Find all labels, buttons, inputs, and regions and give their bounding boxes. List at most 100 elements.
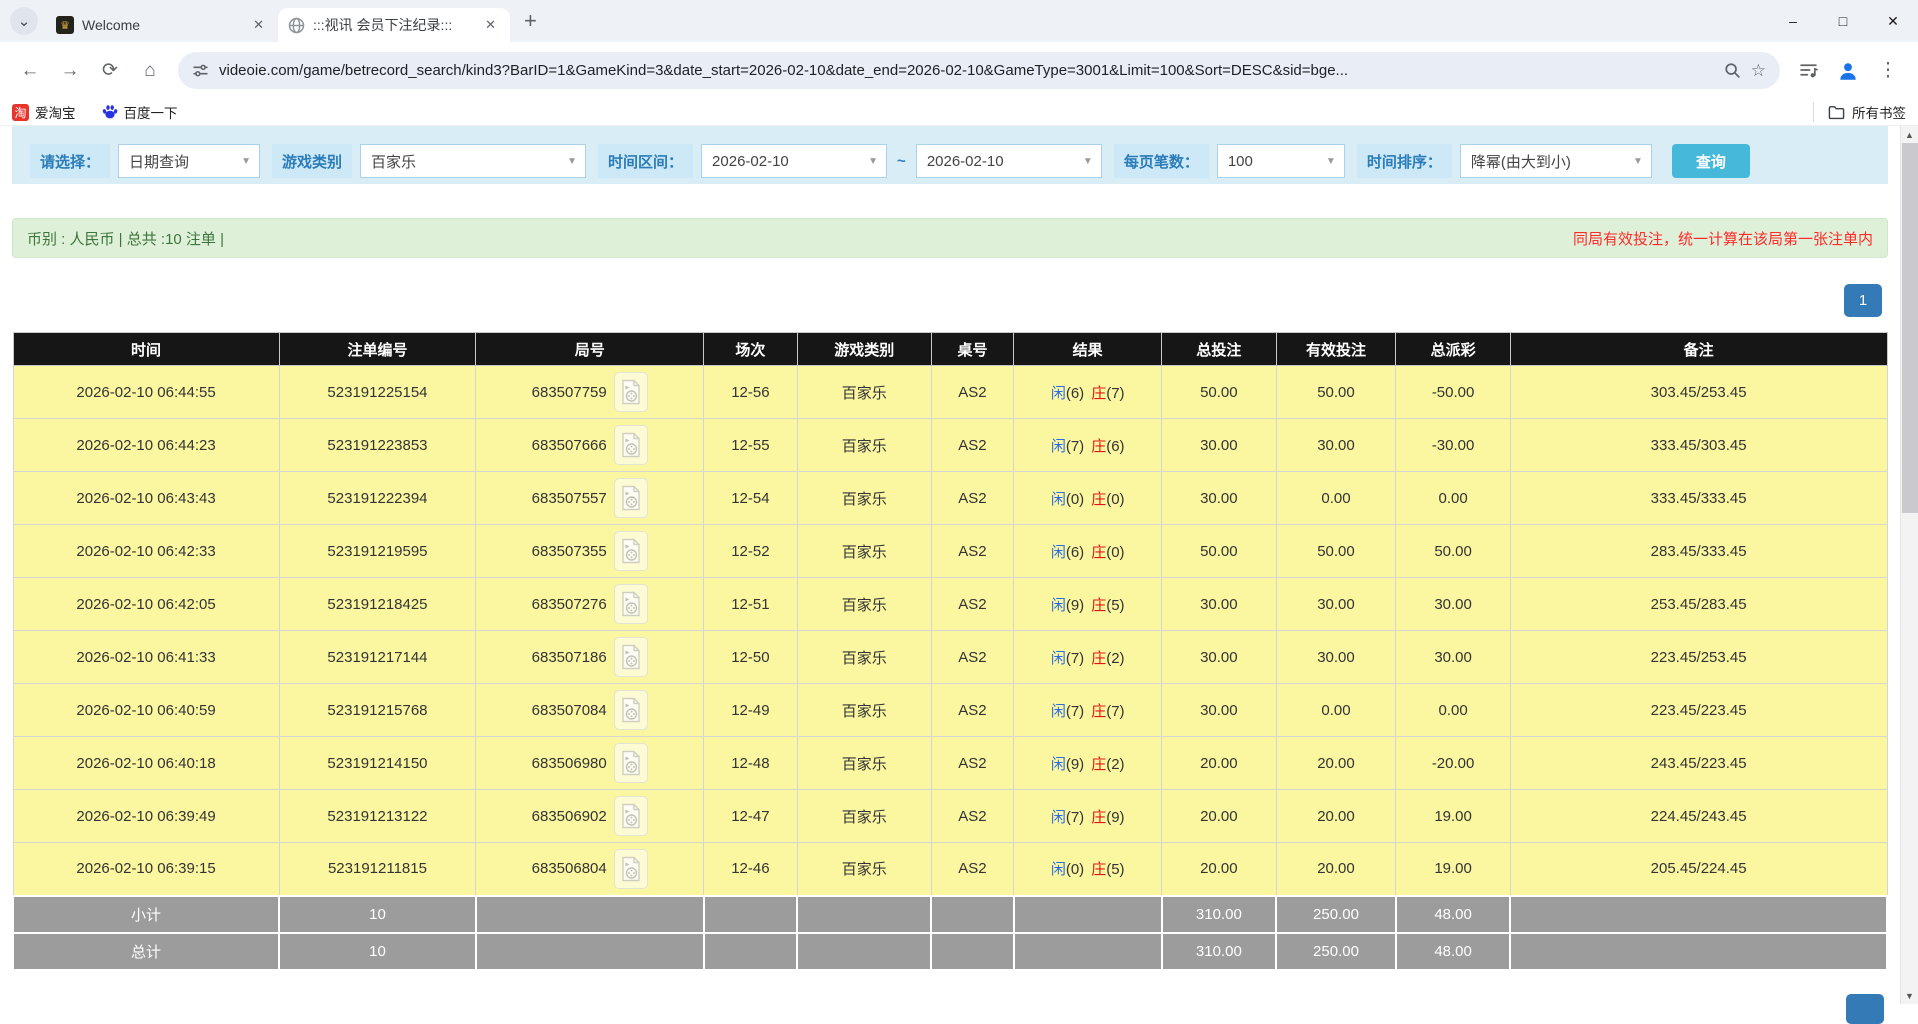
vertical-scrollbar[interactable]: ▲ ▼ bbox=[1900, 126, 1918, 1004]
cell-table-no: AS2 bbox=[931, 366, 1013, 419]
table-row: 2026-02-10 06:39:49 523191213122 6835069… bbox=[13, 790, 1887, 843]
video-replay-button[interactable] bbox=[614, 690, 648, 730]
cell-bet-no: 523191215768 bbox=[279, 684, 476, 737]
reload-button[interactable]: ⟳ bbox=[92, 53, 128, 89]
date-end-select[interactable]: 2026-02-10 ▼ bbox=[916, 144, 1102, 178]
cell-round-no: 683507186 bbox=[476, 631, 704, 684]
cell-total-bet[interactable]: 20.00 bbox=[1162, 737, 1276, 790]
total-count: 10 bbox=[279, 933, 476, 970]
tab-welcome[interactable]: ♛ Welcome ✕ bbox=[46, 8, 278, 42]
video-replay-button[interactable] bbox=[614, 743, 648, 783]
back-button[interactable]: ← bbox=[12, 53, 48, 89]
page-1-button[interactable]: 1 bbox=[1844, 284, 1882, 317]
menu-kebab-icon[interactable]: ⋮ bbox=[1870, 53, 1906, 89]
bookmark-label: 爱淘宝 bbox=[35, 102, 76, 122]
media-controls-icon[interactable] bbox=[1790, 53, 1826, 89]
cell-total-bet[interactable]: 30.00 bbox=[1162, 631, 1276, 684]
forward-button[interactable]: → bbox=[52, 53, 88, 89]
maximize-button[interactable]: □ bbox=[1818, 0, 1868, 42]
video-replay-button[interactable] bbox=[614, 584, 648, 624]
minimize-button[interactable]: – bbox=[1768, 0, 1818, 42]
scrollbar-thumb[interactable] bbox=[1902, 143, 1918, 513]
address-bar[interactable]: videoie.com/game/betrecord_search/kind3?… bbox=[178, 52, 1780, 89]
tab-title: :::视讯 会员下注纪录::: bbox=[313, 15, 473, 35]
cell-total-bet[interactable]: 30.00 bbox=[1162, 578, 1276, 631]
video-replay-button[interactable] bbox=[614, 849, 648, 889]
video-replay-button[interactable] bbox=[614, 478, 648, 518]
cell-time: 2026-02-10 06:42:05 bbox=[13, 578, 279, 631]
bookmark-star-icon[interactable]: ☆ bbox=[1751, 61, 1766, 81]
video-replay-button[interactable] bbox=[614, 796, 648, 836]
currency-total-text: 币别 : 人民币 | 总共 :10 注单 | bbox=[27, 228, 224, 249]
table-row: 2026-02-10 06:41:33 523191217144 6835071… bbox=[13, 631, 1887, 684]
col-table-no: 桌号 bbox=[931, 333, 1013, 366]
cell-session: 12-54 bbox=[704, 472, 798, 525]
close-icon[interactable]: ✕ bbox=[481, 15, 500, 35]
cell-bet-no: 523191218425 bbox=[279, 578, 476, 631]
cell-total-bet[interactable]: 20.00 bbox=[1162, 843, 1276, 896]
cell-round-no: 683507759 bbox=[476, 366, 704, 419]
cell-total-bet[interactable]: 30.00 bbox=[1162, 684, 1276, 737]
cell-table-no: AS2 bbox=[931, 472, 1013, 525]
total-payout: 48.00 bbox=[1396, 933, 1510, 970]
baidu-paw-icon bbox=[102, 104, 118, 120]
video-replay-button[interactable] bbox=[614, 372, 648, 412]
page-1-button-bottom[interactable] bbox=[1846, 994, 1884, 1024]
search-button[interactable]: 查询 bbox=[1672, 144, 1750, 178]
date-start-select[interactable]: 2026-02-10 ▼ bbox=[701, 144, 887, 178]
caret-down-icon: ▼ bbox=[1633, 156, 1643, 167]
cell-result: 闲(9)庄(5) bbox=[1014, 578, 1162, 631]
cell-valid-bet: 20.00 bbox=[1276, 737, 1396, 790]
scroll-down-icon[interactable]: ▼ bbox=[1901, 987, 1918, 1004]
date-range-label: 时间区间： bbox=[598, 144, 693, 178]
all-bookmarks-button[interactable]: 所有书签 bbox=[1813, 102, 1906, 122]
tab-bet-records[interactable]: :::视讯 会员下注纪录::: ✕ bbox=[278, 8, 510, 42]
profile-avatar[interactable] bbox=[1830, 53, 1866, 89]
cell-table-no: AS2 bbox=[931, 525, 1013, 578]
col-time: 时间 bbox=[13, 333, 279, 366]
game-kind-select[interactable]: 百家乐 ▼ bbox=[360, 144, 586, 178]
query-type-select[interactable]: 日期查询 ▼ bbox=[118, 144, 260, 178]
sort-select[interactable]: 降幂(由大到小) ▼ bbox=[1460, 144, 1652, 178]
cell-game-kind: 百家乐 bbox=[797, 737, 931, 790]
cell-table-no: AS2 bbox=[931, 631, 1013, 684]
bookmark-baidu[interactable]: 百度一下 bbox=[102, 102, 178, 122]
cell-session: 12-47 bbox=[704, 790, 798, 843]
caret-down-icon: ▼ bbox=[1326, 156, 1336, 167]
cell-total-bet[interactable]: 30.00 bbox=[1162, 472, 1276, 525]
cell-valid-bet: 50.00 bbox=[1276, 525, 1396, 578]
cell-total-bet[interactable]: 50.00 bbox=[1162, 366, 1276, 419]
scroll-up-icon[interactable]: ▲ bbox=[1901, 126, 1918, 143]
cell-note: 205.45/224.45 bbox=[1510, 843, 1887, 896]
bookmark-taobao[interactable]: 淘 爱淘宝 bbox=[12, 102, 76, 122]
col-note: 备注 bbox=[1510, 333, 1887, 366]
chevron-down-icon: ⌄ bbox=[18, 12, 31, 30]
cell-total-bet[interactable]: 50.00 bbox=[1162, 525, 1276, 578]
col-session: 场次 bbox=[704, 333, 798, 366]
close-window-button[interactable]: ✕ bbox=[1868, 0, 1918, 42]
cell-bet-no: 523191223853 bbox=[279, 419, 476, 472]
page-content: 请选择： 日期查询 ▼ 游戏类别 百家乐 ▼ 时间区间： 2026-02-10 … bbox=[0, 126, 1900, 1004]
site-info-icon[interactable] bbox=[192, 62, 209, 79]
cell-total-bet[interactable]: 30.00 bbox=[1162, 419, 1276, 472]
zoom-icon[interactable] bbox=[1724, 62, 1741, 79]
tab-search-button[interactable]: ⌄ bbox=[10, 7, 38, 35]
per-page-select[interactable]: 100 ▼ bbox=[1217, 144, 1345, 178]
close-icon[interactable]: ✕ bbox=[249, 15, 268, 35]
cell-total-bet[interactable]: 20.00 bbox=[1162, 790, 1276, 843]
video-replay-button[interactable] bbox=[614, 531, 648, 571]
new-tab-button[interactable]: + bbox=[524, 8, 537, 34]
video-replay-button[interactable] bbox=[614, 425, 648, 465]
cell-time: 2026-02-10 06:40:59 bbox=[13, 684, 279, 737]
col-result: 结果 bbox=[1014, 333, 1162, 366]
select-type-label: 请选择： bbox=[30, 144, 110, 178]
sort-label: 时间排序： bbox=[1357, 144, 1452, 178]
taobao-icon: 淘 bbox=[12, 104, 29, 121]
globe-icon bbox=[288, 17, 305, 34]
cell-valid-bet: 0.00 bbox=[1276, 684, 1396, 737]
table-row: 2026-02-10 06:43:43 523191222394 6835075… bbox=[13, 472, 1887, 525]
video-replay-button[interactable] bbox=[614, 637, 648, 677]
home-button[interactable]: ⌂ bbox=[132, 53, 168, 89]
cell-bet-no: 523191213122 bbox=[279, 790, 476, 843]
cell-valid-bet: 20.00 bbox=[1276, 790, 1396, 843]
